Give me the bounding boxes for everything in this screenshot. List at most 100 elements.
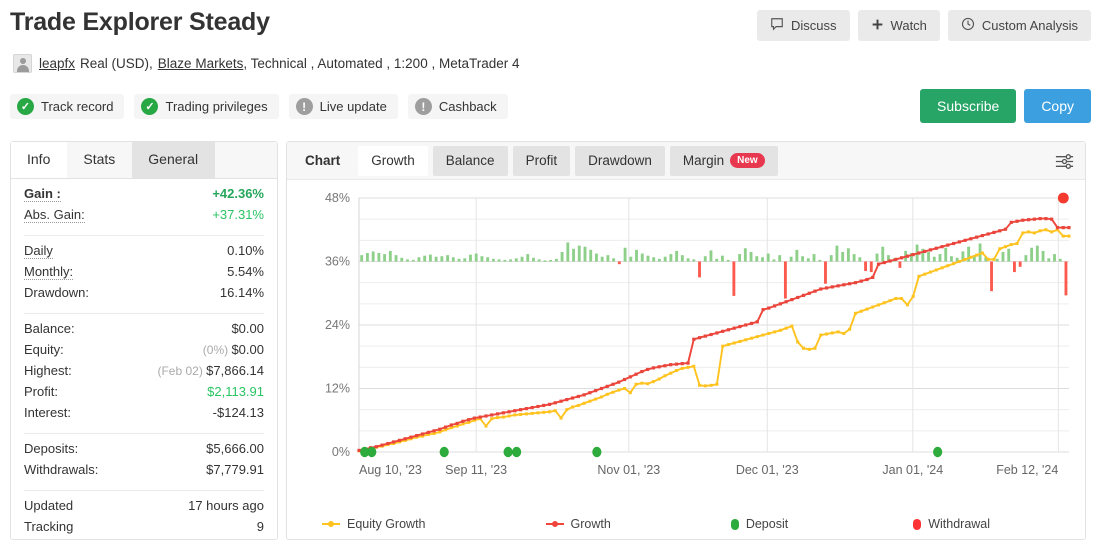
tab-drawdown[interactable]: Drawdown bbox=[575, 146, 665, 176]
stat-row: Profit: $2,113.91 bbox=[11, 384, 277, 405]
stat-row: Tracking9 bbox=[11, 519, 277, 540]
stat-value-prefix: (0%) bbox=[203, 343, 232, 357]
check-circle-icon: ✓ bbox=[141, 98, 158, 115]
x-axis-tick-label: Nov 01, '23 bbox=[597, 463, 660, 477]
tab-info[interactable]: Info bbox=[11, 142, 67, 178]
stat-group: Gain : +42.36% Abs. Gain: +37.31% bbox=[11, 179, 277, 235]
line-marker-icon bbox=[322, 523, 340, 525]
status-badge-label: Trading privileges bbox=[165, 99, 267, 114]
status-badge: ! Cashback bbox=[408, 94, 508, 119]
legend-label: Equity Growth bbox=[347, 517, 426, 531]
stat-label: Drawdown: bbox=[24, 285, 89, 300]
tab-stats[interactable]: Stats bbox=[67, 142, 132, 178]
stat-label: Balance: bbox=[24, 321, 75, 336]
status-badge-label: Live update bbox=[320, 99, 387, 114]
stat-value: 16.14% bbox=[220, 285, 264, 300]
stat-row: Daily 0.10% bbox=[11, 243, 277, 264]
cta-actions: Subscribe Copy bbox=[920, 89, 1091, 123]
stat-row: Abs. Gain: +37.31% bbox=[11, 207, 277, 228]
stat-label[interactable]: Monthly: bbox=[24, 264, 73, 280]
status-badge: ✓ Track record bbox=[10, 94, 124, 119]
stat-label: Interest: bbox=[24, 405, 71, 420]
tab-growth[interactable]: Growth bbox=[358, 146, 428, 176]
new-badge: New bbox=[730, 153, 765, 168]
stat-row: Monthly:5.54% bbox=[11, 264, 277, 285]
plus-icon bbox=[871, 18, 884, 34]
withdrawal-marker-icon bbox=[913, 519, 921, 530]
stat-label: Deposits: bbox=[24, 441, 78, 456]
stat-row: Equity: (0%) $0.00 bbox=[11, 342, 277, 363]
discuss-button[interactable]: Discuss bbox=[757, 10, 850, 41]
discuss-label: Discuss bbox=[791, 18, 837, 33]
stat-value: $2,113.91 bbox=[207, 384, 264, 399]
stat-row: Deposits:$5,666.00 bbox=[11, 441, 277, 462]
user-avatar-icon bbox=[13, 54, 32, 73]
tab-balance[interactable]: Balance bbox=[433, 146, 508, 176]
username-link[interactable]: leapfx bbox=[39, 56, 75, 71]
stat-group: Balance:$0.00Equity:(0%) $0.00Highest:(F… bbox=[11, 314, 277, 433]
stat-label[interactable]: Abs. Gain: bbox=[24, 207, 85, 223]
stat-value: -$124.13 bbox=[213, 405, 264, 420]
page-title: Trade Explorer Steady bbox=[10, 8, 270, 37]
stat-row: Gain : +42.36% bbox=[11, 186, 277, 207]
line-marker-icon bbox=[546, 523, 564, 525]
stat-value-prefix: (Feb 02) bbox=[157, 364, 206, 378]
stat-value: (Feb 02) $7,866.14 bbox=[157, 363, 264, 378]
x-axis-tick-label: Sep 11, '23 bbox=[445, 463, 507, 477]
copy-button[interactable]: Copy bbox=[1024, 89, 1091, 123]
chart-panel: Chart Growth Balance Profit Drawdown Mar… bbox=[286, 141, 1086, 540]
chart-tabs: Chart Growth Balance Profit Drawdown Mar… bbox=[287, 142, 1085, 180]
y-axis-tick-label: 36% bbox=[325, 255, 350, 269]
custom-analysis-button[interactable]: Custom Analysis bbox=[948, 10, 1091, 41]
broker-link[interactable]: Blaze Markets bbox=[158, 56, 244, 71]
stat-value: (0%) $0.00 bbox=[203, 342, 264, 357]
legend-label: Growth bbox=[571, 517, 611, 531]
stat-group: Updated 17 hours ago Tracking9 bbox=[11, 491, 277, 547]
growth-chart: 0%12%24%36%48%Aug 10, '23Sep 11, '23Nov … bbox=[287, 180, 1085, 540]
subscribe-button[interactable]: Subscribe bbox=[920, 89, 1016, 123]
x-axis-tick-label: Jan 01, '24 bbox=[882, 463, 943, 477]
stat-row: Drawdown: 16.14% bbox=[11, 285, 277, 306]
tab-margin-label: Margin bbox=[683, 154, 724, 168]
x-axis-tick-label: Aug 10, '23 bbox=[359, 463, 422, 477]
x-axis-tick-label: Feb 12, '24 bbox=[996, 463, 1058, 477]
stat-label[interactable]: Gain : bbox=[24, 186, 61, 202]
legend-label: Withdrawal bbox=[928, 517, 990, 531]
status-badge-label: Track record bbox=[41, 99, 113, 114]
legend-equity-growth: Equity Growth bbox=[322, 517, 426, 531]
sidebar-stats-list: Gain : +42.36% Abs. Gain: +37.31% Daily 0.10%… bbox=[11, 179, 277, 547]
account-details: , Technical , Automated , 1:200 , MetaTr… bbox=[243, 56, 519, 71]
stat-label: Equity: bbox=[24, 342, 64, 357]
stat-value: +37.31% bbox=[212, 207, 264, 222]
x-axis-tick-label: Dec 01, '23 bbox=[736, 463, 799, 477]
check-circle-icon: ✓ bbox=[17, 98, 34, 115]
stat-label: Withdrawals: bbox=[24, 462, 98, 477]
stat-value: 0.10% bbox=[227, 243, 264, 258]
sliders-icon[interactable] bbox=[1054, 151, 1075, 177]
stat-label: Tracking bbox=[24, 519, 73, 534]
stat-value: $0.00 bbox=[231, 321, 264, 336]
stat-value: +42.36% bbox=[212, 186, 264, 201]
stat-row: Updated 17 hours ago bbox=[11, 498, 277, 519]
tab-profit[interactable]: Profit bbox=[513, 146, 571, 176]
tab-margin[interactable]: Margin New bbox=[670, 146, 778, 176]
deposit-marker-icon bbox=[731, 519, 739, 530]
chart-legend: Equity Growth Growth Deposit Withdrawal bbox=[287, 517, 1085, 531]
status-badges: ✓ Track record ✓ Trading privileges ! Li… bbox=[10, 94, 508, 119]
clock-icon bbox=[961, 17, 975, 34]
stat-label: Updated bbox=[24, 498, 73, 513]
watch-button[interactable]: Watch bbox=[858, 10, 940, 41]
comment-icon bbox=[770, 17, 784, 34]
info-sidebar: Info Stats General Gain : +42.36% Abs. Gai… bbox=[10, 141, 278, 540]
account-meta: leapfx Real (USD), Blaze Markets , Techn… bbox=[13, 54, 520, 73]
status-badge: ! Live update bbox=[289, 94, 398, 119]
legend-deposit: Deposit bbox=[731, 517, 788, 531]
stat-label[interactable]: Daily bbox=[24, 243, 53, 259]
stat-label: Profit: bbox=[24, 384, 58, 399]
exclamation-circle-icon: ! bbox=[296, 98, 313, 115]
tab-general[interactable]: General bbox=[132, 142, 215, 178]
profile-page: Trade Explorer Steady leapfx Real (USD),… bbox=[0, 0, 1096, 549]
tab-chart[interactable]: Chart bbox=[292, 146, 353, 176]
stat-value: 17 hours ago bbox=[188, 498, 264, 513]
legend-growth: Growth bbox=[546, 517, 611, 531]
